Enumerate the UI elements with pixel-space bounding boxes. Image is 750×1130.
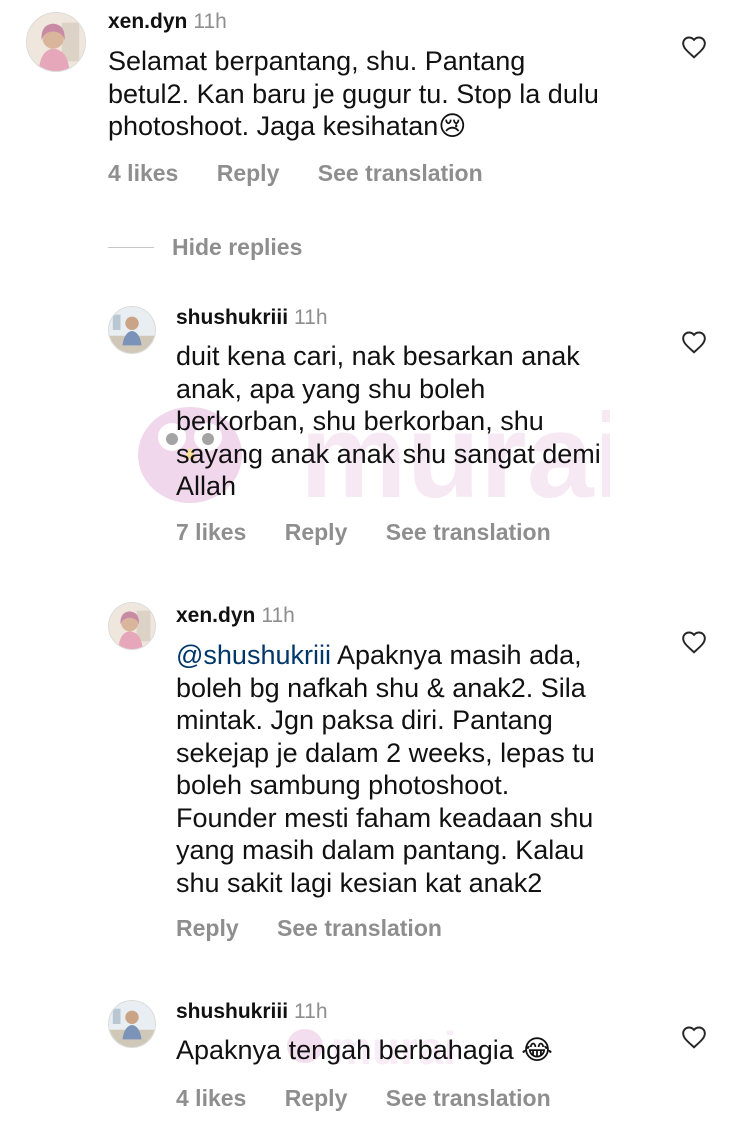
heart-outline-icon[interactable] [681, 330, 707, 354]
hide-replies-divider [108, 246, 154, 248]
avatar-xen-dyn[interactable] [108, 602, 156, 650]
comment-text: Selamat berpantang, shu. Pantang betul2.… [108, 46, 599, 141]
heart-outline-icon[interactable] [681, 630, 707, 654]
likes-count[interactable]: 7 likes [176, 519, 246, 545]
comment-username[interactable]: shushukriii [176, 306, 288, 329]
comment-time: 11h [261, 604, 295, 627]
comment-text-content: Apaknya masih ada, boleh bg nafkah shu &… [176, 640, 595, 898]
comment-username[interactable]: xen.dyn [176, 604, 255, 627]
comment-time: 11h [193, 10, 227, 33]
comment-text: duit kena cari, nak besarkan anak anak, … [176, 341, 601, 501]
see-translation-button[interactable]: See translation [318, 160, 483, 186]
comment-username[interactable]: xen.dyn [108, 10, 187, 33]
likes-count[interactable]: 4 likes [176, 1085, 246, 1111]
hide-replies-label: Hide replies [172, 233, 303, 260]
heart-outline-icon[interactable] [681, 1025, 707, 1049]
comment-text: Apaknya tengah berbahagia 😂 [176, 1035, 553, 1065]
comment-time: 11h [294, 1000, 328, 1023]
comment-username[interactable]: shushukriii [176, 1000, 288, 1023]
reply-button[interactable]: Reply [285, 1085, 348, 1111]
hide-replies-button[interactable]: Hide replies [108, 232, 302, 262]
comment-time: 11h [294, 306, 328, 329]
user-mention-link[interactable]: @shushukriii [176, 640, 331, 670]
reply-button[interactable]: Reply [176, 915, 239, 941]
avatar-shushukriii[interactable] [108, 306, 156, 354]
reply-button[interactable]: Reply [217, 160, 280, 186]
avatar-xen-dyn[interactable] [26, 12, 86, 72]
likes-count[interactable]: 4 likes [108, 160, 178, 186]
reply-button[interactable]: Reply [285, 519, 348, 545]
heart-outline-icon[interactable] [681, 35, 707, 59]
see-translation-button[interactable]: See translation [386, 519, 551, 545]
comment-text: @shushukriii Apaknya masih ada, boleh bg… [176, 639, 676, 899]
avatar-shushukriii[interactable] [108, 1000, 156, 1048]
see-translation-button[interactable]: See translation [386, 1085, 551, 1111]
see-translation-button[interactable]: See translation [277, 915, 442, 941]
